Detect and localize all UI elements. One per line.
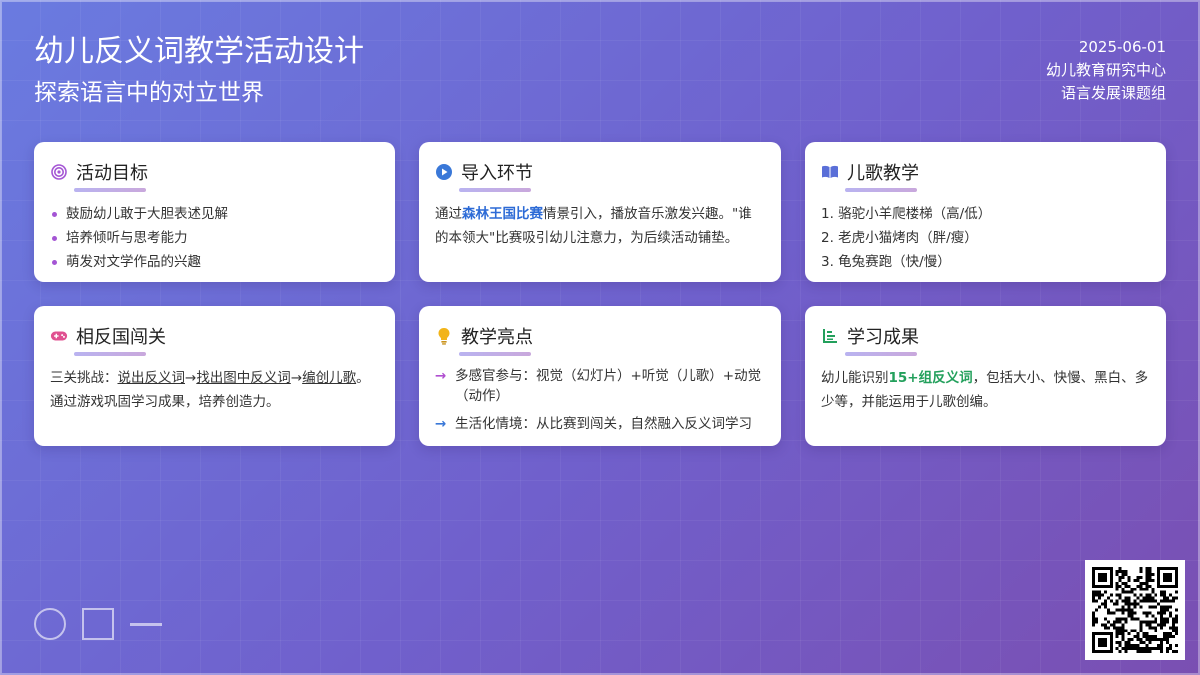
arrow-right-icon: → (435, 368, 447, 384)
card-results: 学习成果 幼儿能识别15+组反义词，包括大小、快慢、黑白、多少等，并能运用于儿歌… (805, 306, 1166, 446)
goals-list: 鼓励幼儿敢于大胆表述见解 培养倾听与思考能力 萌发对文学作品的兴趣 (50, 202, 379, 274)
qr-code (1085, 560, 1185, 660)
circle-icon (34, 608, 66, 640)
card-title: 导入环节 (461, 163, 533, 184)
card-title: 活动目标 (76, 163, 148, 184)
list-item: 鼓励幼儿敢于大胆表述见解 (50, 202, 379, 226)
card-title: 教学亮点 (461, 327, 533, 348)
card-goals: 活动目标 鼓励幼儿敢于大胆表述见解 培养倾听与思考能力 萌发对文学作品的兴趣 (34, 142, 395, 282)
card-title: 学习成果 (847, 327, 919, 348)
page-title: 幼儿反义词教学活动设计 (34, 34, 364, 69)
header-meta: 2025-06-01 幼儿教育研究中心 语言发展课题组 (1046, 36, 1166, 105)
dash-icon (130, 622, 162, 626)
text-segment: 通过 (435, 206, 462, 222)
results-text: 幼儿能识别15+组反义词，包括大小、快慢、黑白、多少等，并能运用于儿歌创编。 (821, 366, 1150, 414)
game-step-3: 编创儿歌 (302, 370, 357, 386)
game-step-2: 找出图中反义词 (196, 370, 291, 386)
target-icon (50, 163, 68, 181)
decorative-shapes (34, 608, 162, 640)
book-icon (821, 163, 839, 181)
qr-code-icon (1092, 567, 1178, 653)
page-subtitle: 探索语言中的对立世界 (34, 80, 264, 106)
group-label: 语言发展课题组 (1060, 84, 1166, 102)
list-item-text: 生活化情境：从比赛到闯关，自然融入反义词学习 (455, 416, 752, 432)
card-game: 相反国闯关 三关挑战：说出反义词→找出图中反义词→编创儿歌。通过游戏巩固学习成果… (34, 306, 395, 446)
arrow-text: → (185, 370, 197, 386)
list-item: 3. 龟兔赛跑（快/慢） (821, 254, 951, 270)
list-item: 萌发对文学作品的兴趣 (50, 250, 379, 274)
intro-text: 通过森林王国比赛情景引入，播放音乐激发兴趣。"谁的本领大"比赛吸引幼儿注意力，为… (435, 202, 765, 250)
game-step-1: 说出反义词 (117, 370, 186, 386)
title-underline (74, 188, 146, 192)
title-underline (845, 352, 917, 356)
square-icon (82, 608, 114, 640)
list-item: 2. 老虎小猫烤肉（胖/瘦） (821, 230, 978, 246)
highlights-list: → 多感官参与：视觉（幻灯片）+听觉（儿歌）+动觉（动作） → 生活化情境：从比赛到… (435, 366, 765, 434)
lightbulb-icon (435, 327, 453, 345)
title-underline (459, 188, 531, 192)
play-icon (435, 163, 453, 181)
title-underline (459, 352, 531, 356)
list-item-text: 多感官参与：视觉（幻灯片）+听觉（儿歌）+动觉（动作） (455, 368, 762, 404)
list-item: → 多感官参与：视觉（幻灯片）+听觉（儿歌）+动觉（动作） (435, 366, 765, 406)
song-list: 1. 骆驼小羊爬楼梯（高/低） 2. 老虎小猫烤肉（胖/瘦） 3. 龟兔赛跑（快… (821, 202, 1150, 274)
highlight-text: 15+组反义词 (888, 370, 973, 386)
text-segment: 幼儿能识别 (821, 370, 889, 386)
text-segment: 三关挑战： (50, 370, 118, 386)
card-intro: 导入环节 通过森林王国比赛情景引入，播放音乐激发兴趣。"谁的本领大"比赛吸引幼儿… (419, 142, 781, 282)
bar-chart-icon (821, 327, 839, 345)
date-label: 2025-06-01 (1078, 38, 1166, 56)
card-grid: 活动目标 鼓励幼儿敢于大胆表述见解 培养倾听与思考能力 萌发对文学作品的兴趣 导… (34, 142, 1166, 446)
title-underline (845, 188, 917, 192)
list-item: 培养倾听与思考能力 (50, 226, 379, 250)
card-title: 儿歌教学 (847, 163, 919, 184)
header-left: 幼儿反义词教学活动设计 探索语言中的对立世界 (34, 30, 364, 110)
game-text: 三关挑战：说出反义词→找出图中反义词→编创儿歌。通过游戏巩固学习成果，培养创造力… (50, 366, 379, 414)
list-item: → 生活化情境：从比赛到闯关，自然融入反义词学习 (435, 414, 765, 434)
list-item: 1. 骆驼小羊爬楼梯（高/低） (821, 206, 992, 222)
card-title: 相反国闯关 (76, 327, 166, 348)
arrow-right-icon: → (435, 416, 447, 432)
card-song: 儿歌教学 1. 骆驼小羊爬楼梯（高/低） 2. 老虎小猫烤肉（胖/瘦） 3. 龟… (805, 142, 1166, 282)
gamepad-icon (50, 327, 68, 345)
title-underline (74, 352, 146, 356)
card-highlights: 教学亮点 → 多感官参与：视觉（幻灯片）+听觉（儿歌）+动觉（动作） → 生活化情境… (419, 306, 781, 446)
arrow-text: → (290, 370, 303, 386)
highlight-text: 森林王国比赛 (462, 206, 543, 222)
org-label: 幼儿教育研究中心 (1045, 61, 1166, 79)
